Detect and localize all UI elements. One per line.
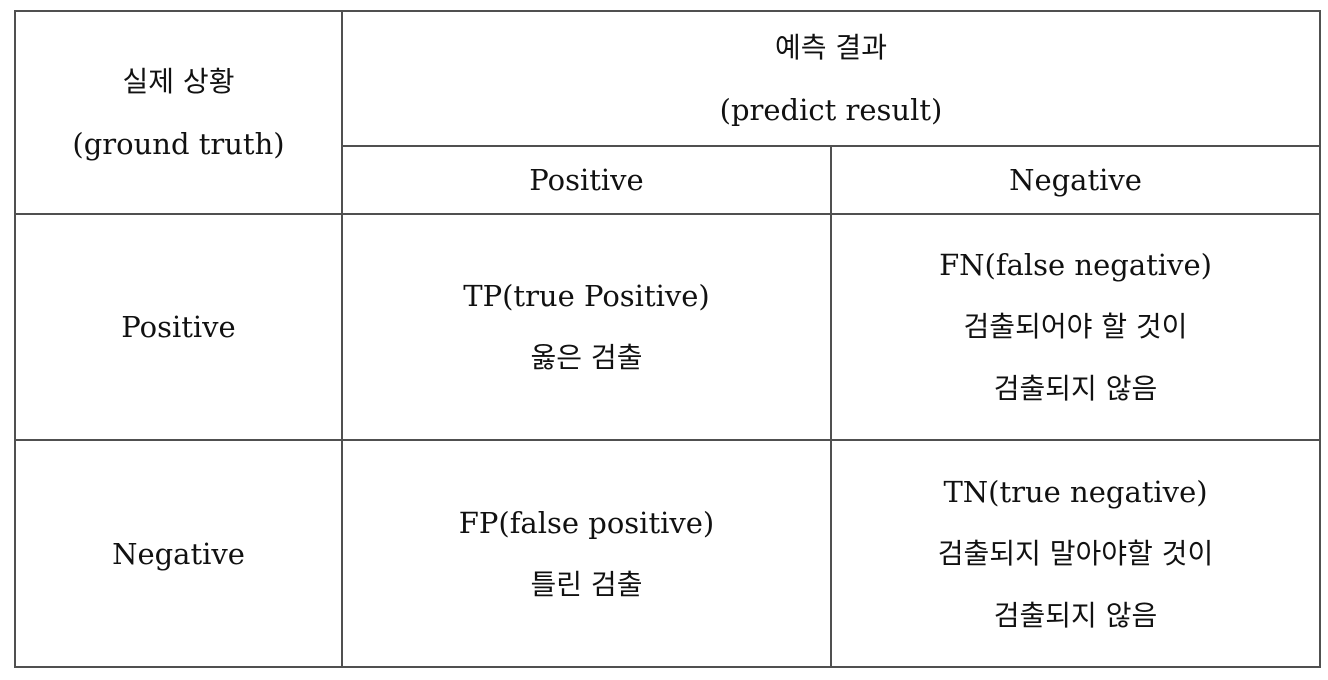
ground-truth-header-cell: 실제 상황 (ground truth) xyxy=(14,10,343,215)
row-label-positive: Positive xyxy=(14,213,343,441)
ground-truth-header-english: (ground truth) xyxy=(72,126,285,161)
predict-result-header-cell: 예측 결과 (predict result) xyxy=(341,10,1321,147)
confusion-matrix-table: 실제 상황 (ground truth) 예측 결과 (predict resu… xyxy=(14,10,1321,668)
tp-title: TP(true Positive) xyxy=(463,279,710,313)
predict-negative-header: Negative xyxy=(830,145,1321,215)
fn-description-line2: 검출되지 않음 xyxy=(993,372,1158,405)
cell-true-negative: TN(true negative) 검출되지 말아야할 것이 검출되지 않음 xyxy=(830,439,1321,668)
cell-false-negative: FN(false negative) 검출되어야 할 것이 검출되지 않음 xyxy=(830,213,1321,441)
fp-description: 틀린 검출 xyxy=(530,567,643,601)
fn-description-line1: 검출되어야 할 것이 xyxy=(963,310,1188,343)
cell-true-positive: TP(true Positive) 옳은 검출 xyxy=(341,213,832,441)
table-row-actual-negative: Negative FP(false positive) 틀린 검출 TN(tru… xyxy=(14,439,1321,668)
tn-description-line2: 검출되지 않음 xyxy=(993,598,1158,632)
predict-positive-header: Positive xyxy=(341,145,832,215)
header-row-top: 실제 상황 (ground truth) 예측 결과 (predict resu… xyxy=(14,10,1321,215)
tn-description-line1: 검출되지 말아야할 것이 xyxy=(937,536,1214,570)
ground-truth-header-korean: 실제 상황 xyxy=(122,64,235,98)
table-row-actual-positive: Positive TP(true Positive) 옳은 검출 FN(fals… xyxy=(14,213,1321,441)
fp-title: FP(false positive) xyxy=(458,505,715,540)
tp-description: 옳은 검출 xyxy=(530,341,643,374)
fn-title: FN(false negative) xyxy=(939,248,1212,282)
cell-false-positive: FP(false positive) 틀린 검출 xyxy=(341,439,832,668)
row-label-negative: Negative xyxy=(14,439,343,668)
predict-result-header-english: (predict result) xyxy=(719,92,943,127)
tn-title: TN(true negative) xyxy=(943,474,1208,509)
predict-result-header-korean: 예측 결과 xyxy=(775,30,887,64)
